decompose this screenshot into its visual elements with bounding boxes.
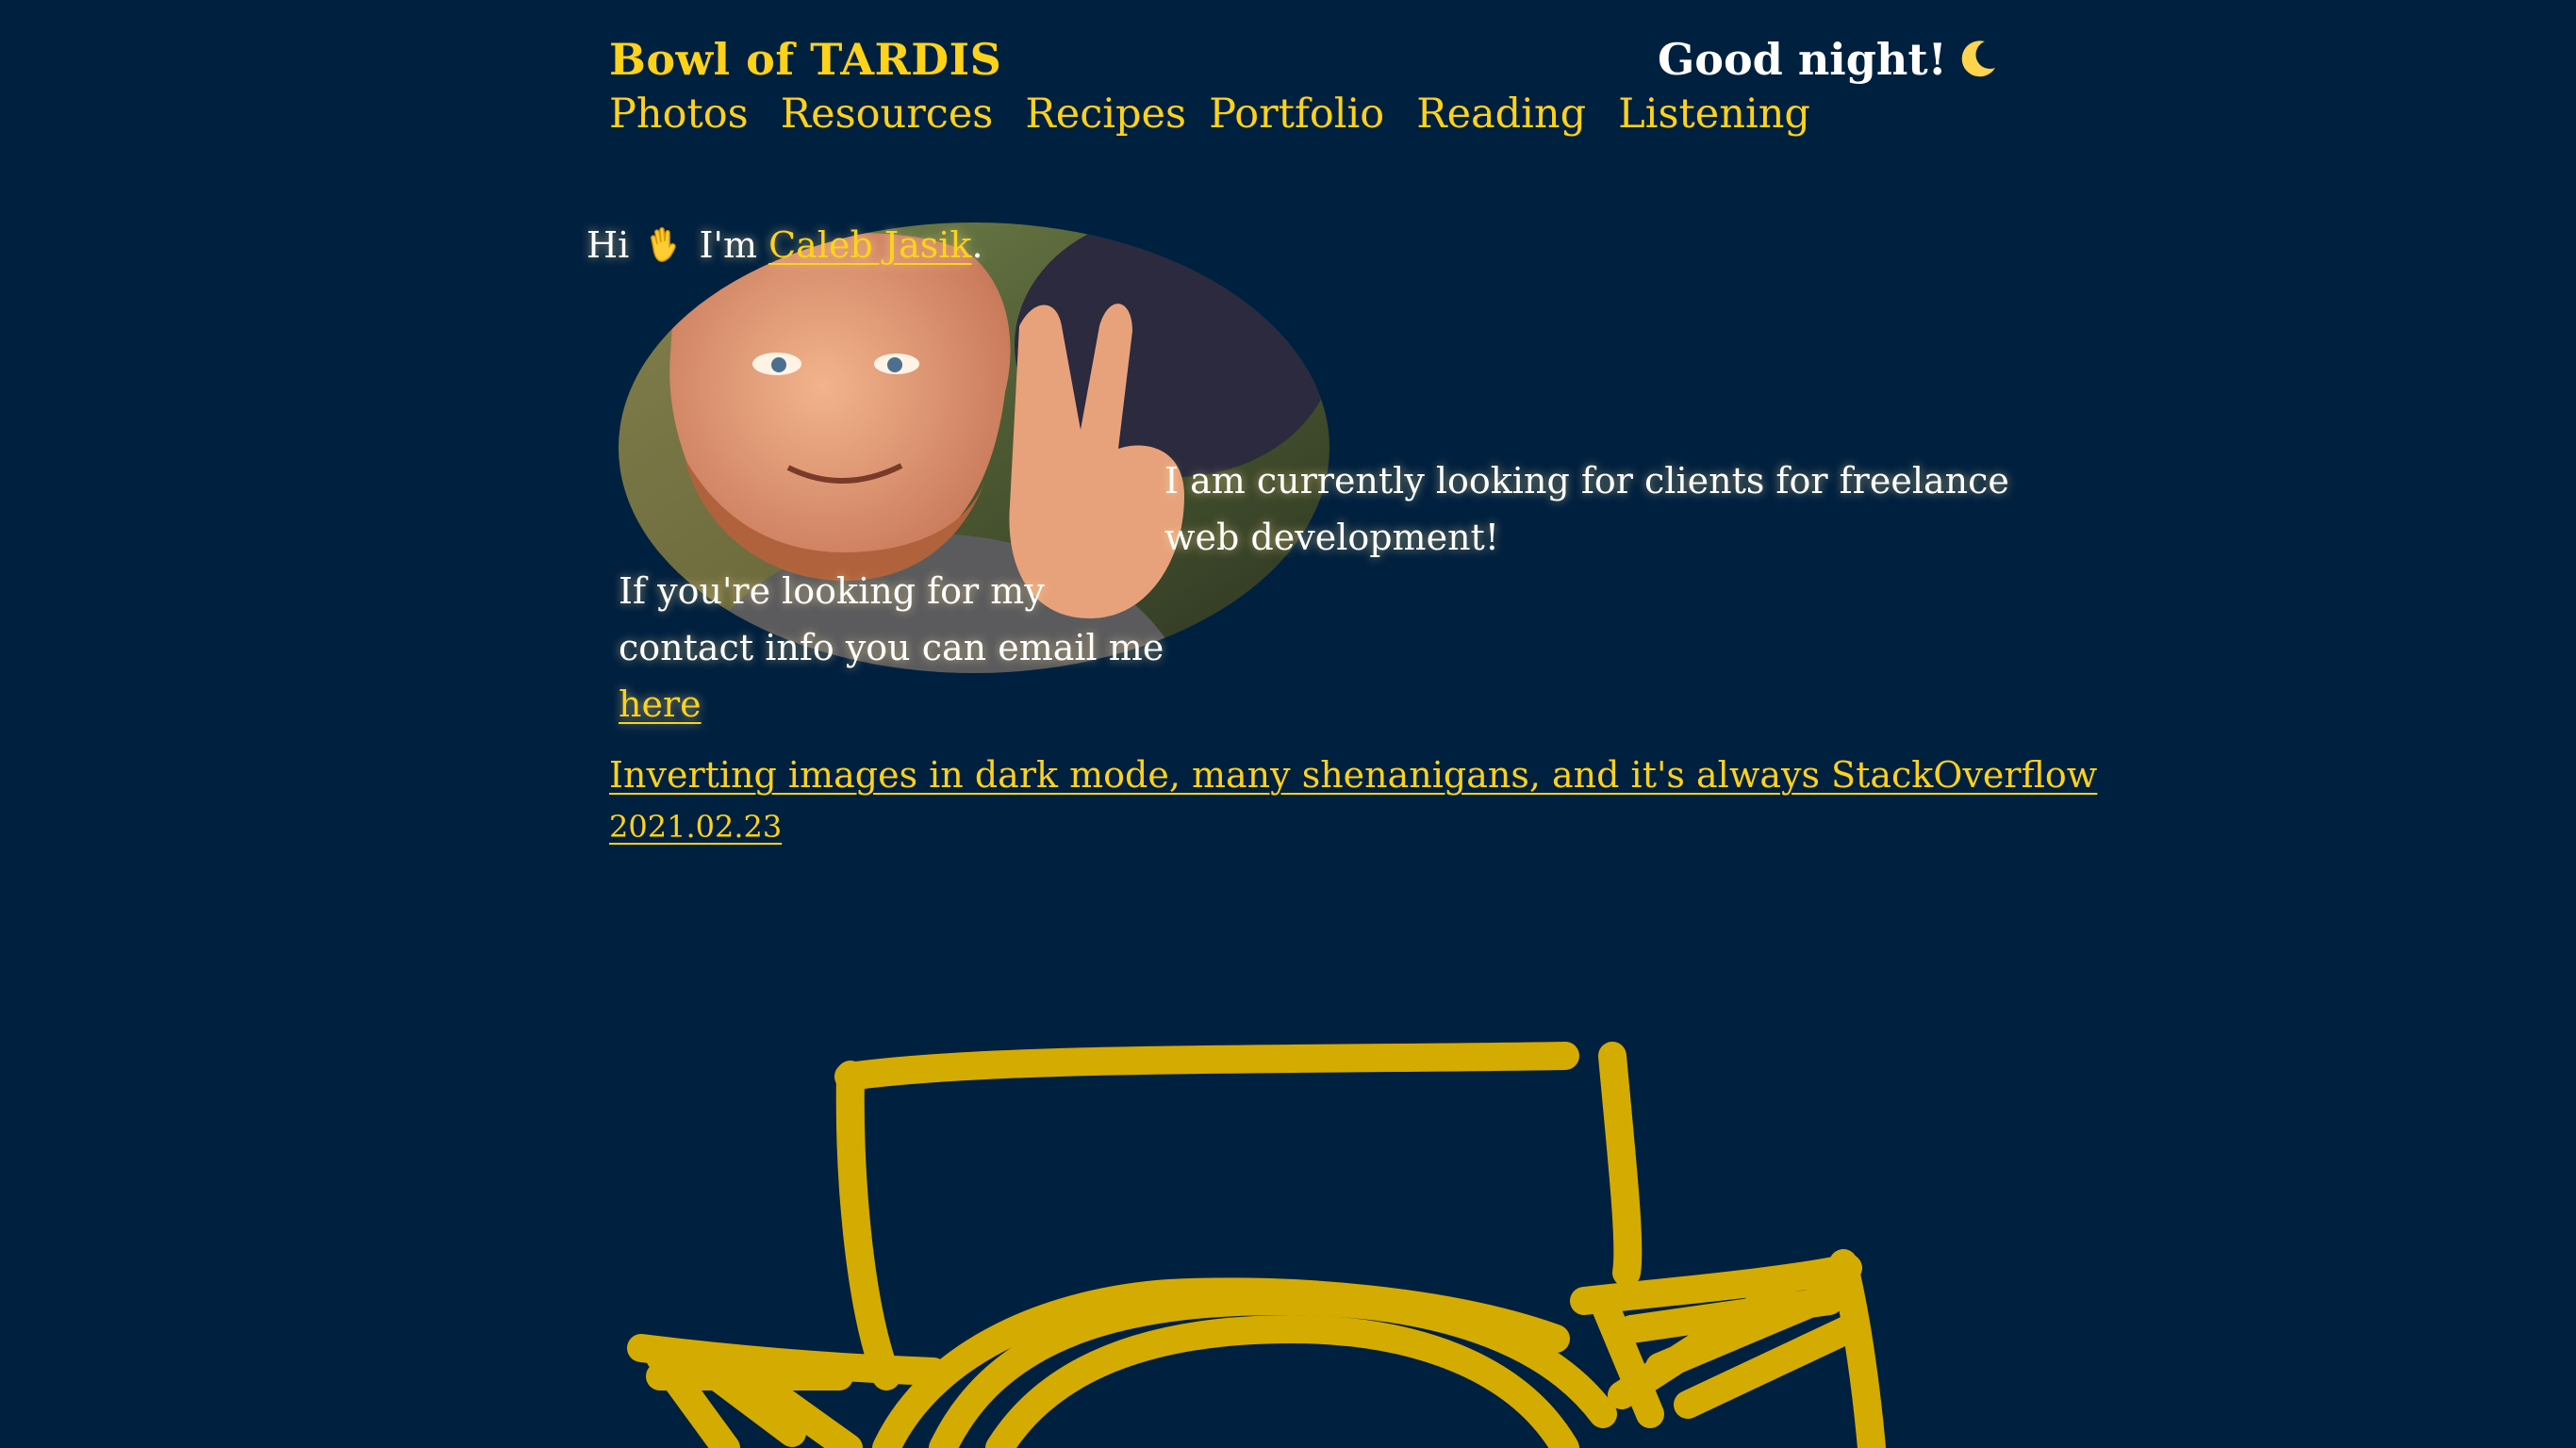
- post-title-link[interactable]: Inverting images in dark mode, many shen…: [609, 754, 2097, 796]
- nav-recipes[interactable]: Recipes: [1025, 90, 1186, 138]
- intro-period: .: [971, 224, 983, 266]
- intro-im: I'm: [699, 224, 757, 266]
- nav-listening[interactable]: Listening: [1618, 90, 1810, 138]
- nav-photos[interactable]: Photos: [609, 90, 749, 138]
- main-nav: Photos Resources Recipes Portfolio Readi…: [609, 90, 1842, 138]
- intro-line: Hi I'm Caleb Jasik.: [586, 224, 983, 266]
- intro-hi: Hi: [586, 224, 630, 266]
- name-link[interactable]: Caleb Jasik: [768, 224, 971, 266]
- post-date-link[interactable]: 2021.02.23: [609, 809, 782, 845]
- site-title-link[interactable]: Bowl of TARDIS: [609, 34, 1001, 85]
- post-list: Inverting images in dark mode, many shen…: [609, 754, 2097, 845]
- greeting-text: Good night!: [1658, 34, 1947, 85]
- nav-portfolio[interactable]: Portfolio: [1209, 90, 1384, 138]
- tardis-sketch-image: [627, 1042, 1886, 1448]
- contact-paragraph: If you're looking for my contact info yo…: [619, 563, 1165, 732]
- email-link[interactable]: here: [619, 683, 702, 725]
- greeting: Good night!: [1658, 34, 2000, 85]
- waving-hand-icon: [651, 227, 677, 262]
- crescent-moon-icon: [1961, 41, 1995, 77]
- freelance-text: I am currently looking for clients for f…: [1164, 460, 2009, 558]
- nav-reading[interactable]: Reading: [1416, 90, 1586, 138]
- nav-resources[interactable]: Resources: [781, 90, 994, 138]
- contact-text: If you're looking for my contact info yo…: [619, 570, 1164, 668]
